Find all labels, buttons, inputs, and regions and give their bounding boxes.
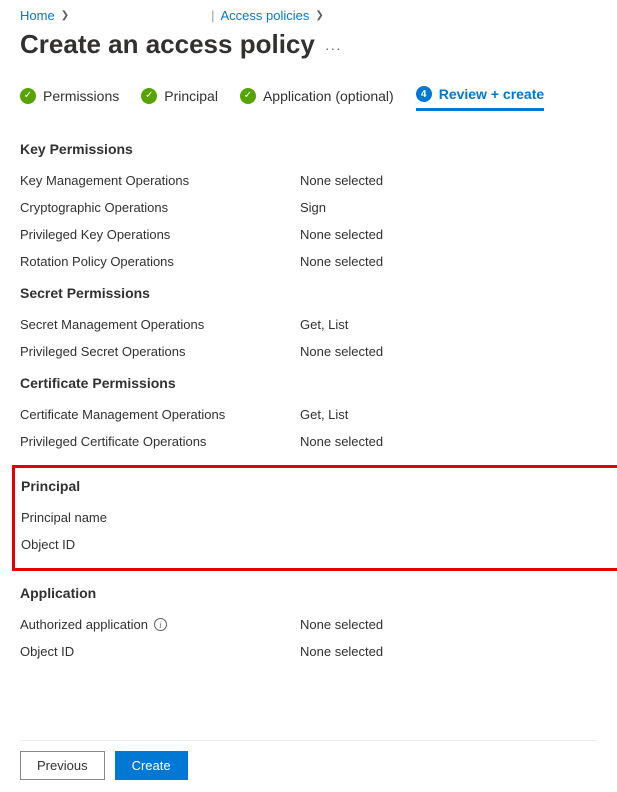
row-value: None selected [300, 644, 383, 659]
principal-highlight-box: Principal Principal name Object ID [12, 465, 617, 571]
table-row: Object ID None selected [20, 644, 597, 659]
section-key-permissions: Key Permissions [20, 141, 597, 157]
row-label: Principal name [21, 510, 301, 525]
more-icon[interactable]: ··· [325, 34, 342, 56]
row-value: Sign [300, 200, 326, 215]
row-label: Certificate Management Operations [20, 407, 300, 422]
row-label: Cryptographic Operations [20, 200, 300, 215]
section-principal: Principal [21, 478, 617, 494]
page-title: Create an access policy [20, 29, 315, 60]
tab-principal[interactable]: ✓ Principal [141, 88, 218, 110]
tab-label: Principal [164, 88, 218, 104]
row-value: None selected [300, 617, 383, 632]
check-icon: ✓ [20, 88, 36, 104]
row-label: Secret Management Operations [20, 317, 300, 332]
tab-label: Permissions [43, 88, 119, 104]
row-value: Get, List [300, 317, 348, 332]
table-row: Privileged Secret Operations None select… [20, 344, 597, 359]
check-icon: ✓ [240, 88, 256, 104]
tab-label: Application (optional) [263, 88, 394, 104]
table-row: Authorized application i None selected [20, 617, 597, 632]
breadcrumb: Home ❯ | Access policies ❯ [20, 8, 597, 23]
create-button[interactable]: Create [115, 751, 188, 780]
table-row: Object ID [21, 537, 617, 552]
row-label: Privileged Secret Operations [20, 344, 300, 359]
previous-button[interactable]: Previous [20, 751, 105, 780]
section-certificate-permissions: Certificate Permissions [20, 375, 597, 391]
row-label: Object ID [20, 644, 300, 659]
row-label-text: Authorized application [20, 617, 148, 632]
breadcrumb-access-policies[interactable]: Access policies [220, 8, 309, 23]
table-row: Privileged Certificate Operations None s… [20, 434, 597, 449]
tab-review-create[interactable]: 4 Review + create [416, 86, 544, 111]
footer-bar: Previous Create [20, 740, 597, 780]
row-label: Object ID [21, 537, 301, 552]
chevron-right-icon: ❯ [61, 10, 69, 21]
separator-icon: | [211, 8, 214, 23]
breadcrumb-home[interactable]: Home [20, 8, 55, 23]
info-icon[interactable]: i [154, 618, 167, 631]
wizard-tabs: ✓ Permissions ✓ Principal ✓ Application … [20, 86, 597, 111]
row-label: Rotation Policy Operations [20, 254, 300, 269]
row-value: None selected [300, 344, 383, 359]
row-label: Authorized application i [20, 617, 300, 632]
row-value: None selected [300, 434, 383, 449]
row-value: None selected [300, 173, 383, 188]
tab-application[interactable]: ✓ Application (optional) [240, 88, 394, 110]
step-number-icon: 4 [416, 86, 432, 102]
table-row: Secret Management Operations Get, List [20, 317, 597, 332]
table-row: Privileged Key Operations None selected [20, 227, 597, 242]
row-value: Get, List [300, 407, 348, 422]
table-row: Rotation Policy Operations None selected [20, 254, 597, 269]
row-label: Privileged Certificate Operations [20, 434, 300, 449]
table-row: Certificate Management Operations Get, L… [20, 407, 597, 422]
row-value: None selected [300, 254, 383, 269]
check-icon: ✓ [141, 88, 157, 104]
table-row: Cryptographic Operations Sign [20, 200, 597, 215]
chevron-right-icon: ❯ [315, 10, 323, 21]
row-label: Key Management Operations [20, 173, 300, 188]
row-label: Privileged Key Operations [20, 227, 300, 242]
tab-label: Review + create [439, 86, 544, 102]
table-row: Key Management Operations None selected [20, 173, 597, 188]
section-application: Application [20, 585, 597, 601]
row-value: None selected [300, 227, 383, 242]
section-secret-permissions: Secret Permissions [20, 285, 597, 301]
tab-permissions[interactable]: ✓ Permissions [20, 88, 119, 110]
table-row: Principal name [21, 510, 617, 525]
page-title-row: Create an access policy ··· [20, 29, 597, 60]
